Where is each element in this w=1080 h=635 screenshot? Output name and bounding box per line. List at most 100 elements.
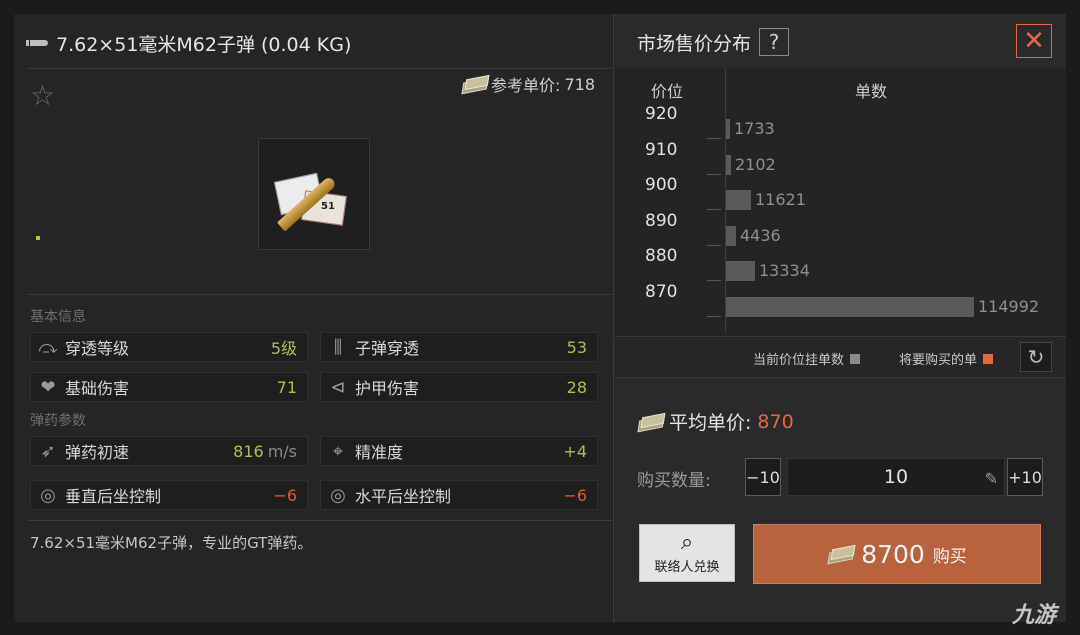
count-data-label: 13334 bbox=[759, 261, 810, 281]
divider bbox=[28, 294, 612, 295]
axis-tick bbox=[707, 280, 721, 282]
section-ammo-params: 弹药参数 bbox=[30, 413, 86, 429]
stat-value: 71 bbox=[276, 377, 297, 397]
money-icon bbox=[461, 76, 487, 92]
item-title-row: 7.62×51毫米M62子弹 (0.04 KG) bbox=[26, 28, 352, 58]
quantity-input[interactable]: 10 ✎ bbox=[787, 458, 1005, 496]
stat-value: +4 bbox=[563, 441, 587, 461]
bullet-pierce-icon: ⫼ bbox=[333, 336, 343, 358]
stat-label: 护甲伤害 bbox=[355, 379, 420, 398]
search-icon: ⌕ bbox=[680, 529, 694, 555]
stat-bullet-penetration: ⫼ 子弹穿透 53 bbox=[320, 332, 598, 362]
penetration-icon: ⤼ bbox=[38, 336, 58, 358]
item-description: 7.62×51毫米M62子弹，专业的GT弹药。 bbox=[30, 534, 313, 552]
decrease-10-button[interactable]: −10 bbox=[745, 458, 781, 496]
market-panel: 市场售价分布 ? ✕ 价位 单数 920 1733 910 2102 900 11621 8… bbox=[615, 14, 1066, 622]
stat-label: 垂直后坐控制 bbox=[65, 487, 162, 506]
average-price-label: 平均单价: bbox=[669, 412, 752, 434]
stat-number: 816 bbox=[233, 441, 264, 461]
stat-value: 816 m/s bbox=[233, 442, 307, 461]
buy-button[interactable]: 8700 购买 bbox=[753, 524, 1041, 584]
stat-value: 28 bbox=[566, 377, 587, 397]
stat-value: −6 bbox=[273, 485, 297, 505]
quantity-value: 10 bbox=[883, 466, 909, 488]
star-icon[interactable]: ☆ bbox=[30, 82, 55, 110]
price-tick-label: 890 bbox=[645, 210, 678, 231]
stat-armor-damage: ⊲ 护甲伤害 28 bbox=[320, 372, 598, 402]
money-icon bbox=[637, 414, 663, 430]
contact-exchange-button[interactable]: ⌕ 联络人兑换 bbox=[639, 524, 735, 582]
stat-label: 子弹穿透 bbox=[355, 339, 420, 358]
price-tick-label: 910 bbox=[645, 139, 678, 160]
market-title-row: 市场售价分布 ? bbox=[637, 28, 790, 56]
count-bar bbox=[726, 119, 730, 139]
reference-price: 参考单价: 718 bbox=[461, 72, 595, 96]
money-icon bbox=[827, 546, 853, 562]
price-tick-label: 870 bbox=[645, 282, 678, 302]
vertical-recoil-icon: ◎ bbox=[40, 484, 56, 506]
crosshair-icon: ⌖ bbox=[332, 440, 344, 462]
average-price-value: 870 bbox=[757, 410, 794, 433]
refresh-icon[interactable]: ↻ bbox=[1020, 342, 1052, 372]
stat-penetration-level: ⤼ 穿透等级 5级 bbox=[30, 332, 308, 362]
stat-label: 穿透等级 bbox=[65, 339, 130, 358]
axis-tick bbox=[707, 138, 721, 139]
item-title: 7.62×51毫米M62子弹 (0.04 KG) bbox=[56, 33, 352, 56]
increase-10-button[interactable]: +10 bbox=[1007, 458, 1043, 496]
close-icon[interactable]: ✕ bbox=[1016, 24, 1052, 58]
stat-label: 精准度 bbox=[355, 443, 404, 462]
count-bar bbox=[726, 154, 731, 175]
item-image-slot[interactable]: 51 bbox=[258, 138, 370, 250]
stat-label: 基础伤害 bbox=[65, 379, 130, 398]
count-bar bbox=[726, 190, 751, 211]
stat-value: −6 bbox=[563, 485, 587, 505]
stat-label: 弹药初速 bbox=[65, 443, 130, 462]
watermark-logo: 九游 bbox=[1011, 603, 1056, 628]
quantity-label: 购买数量: bbox=[637, 471, 711, 491]
ammo-box-caliber-label: 51 bbox=[321, 201, 335, 212]
count-data-label: 4436 bbox=[740, 225, 781, 245]
count-data-label: 11621 bbox=[755, 190, 806, 210]
count-data-label: 114992 bbox=[978, 297, 1040, 316]
reference-price-label: 参考单价: bbox=[491, 76, 561, 95]
item-detail-panel: 7.62×51毫米M62子弹 (0.04 KG) ☆ 参考单价: 718 51 … bbox=[14, 14, 614, 622]
stat-horizontal-recoil: ◎ 水平后坐控制 −6 bbox=[320, 480, 598, 510]
legend-buy-label: 将要购买的单 bbox=[899, 353, 978, 368]
stat-muzzle-velocity: ➶ 弹药初速 816 m/s bbox=[30, 436, 308, 466]
horizontal-recoil-icon: ◎ bbox=[330, 484, 346, 506]
contact-exchange-label: 联络人兑换 bbox=[654, 559, 720, 575]
stat-value: 5级 bbox=[270, 339, 297, 358]
legend-swatch-buy bbox=[983, 353, 994, 364]
count-data-label: 2102 bbox=[735, 154, 776, 174]
axis-tick bbox=[707, 209, 721, 211]
stat-vertical-recoil: ◎ 垂直后坐控制 −6 bbox=[30, 480, 308, 510]
buy-amount: 8700 bbox=[861, 539, 925, 569]
stat-label: 水平后坐控制 bbox=[355, 487, 452, 506]
stat-unit: m/s bbox=[267, 441, 297, 461]
section-basic-info: 基本信息 bbox=[30, 309, 86, 325]
legend-buy: 将要购买的单 bbox=[899, 349, 994, 368]
pencil-icon[interactable]: ✎ bbox=[985, 469, 998, 488]
stat-value: 53 bbox=[566, 337, 587, 357]
legend-current: 当前价位挂单数 bbox=[753, 349, 861, 368]
stat-accuracy: ⌖ 精准度 +4 bbox=[320, 436, 598, 466]
column-header-price: 价位 bbox=[651, 82, 684, 101]
armor-damage-icon: ⊲ bbox=[330, 376, 346, 398]
axis-tick bbox=[707, 173, 721, 175]
axis-tick bbox=[707, 244, 721, 246]
help-icon[interactable]: ? bbox=[759, 28, 790, 56]
average-price-row: 平均单价: 870 bbox=[637, 408, 794, 435]
price-distribution-chart bbox=[615, 68, 1066, 336]
legend-swatch-current bbox=[850, 353, 861, 364]
stat-base-damage: ❤ 基础伤害 71 bbox=[30, 372, 308, 402]
bullet-icon bbox=[26, 40, 48, 46]
divider bbox=[28, 68, 612, 69]
status-dot bbox=[36, 236, 40, 240]
broken-heart-icon: ❤ bbox=[40, 376, 56, 398]
count-bar bbox=[726, 261, 755, 282]
count-bar bbox=[726, 225, 736, 246]
market-title: 市场售价分布 bbox=[637, 32, 752, 55]
price-tick-label: 920 bbox=[645, 104, 678, 124]
column-header-count: 单数 bbox=[855, 82, 888, 101]
legend-current-label: 当前价位挂单数 bbox=[753, 353, 845, 368]
